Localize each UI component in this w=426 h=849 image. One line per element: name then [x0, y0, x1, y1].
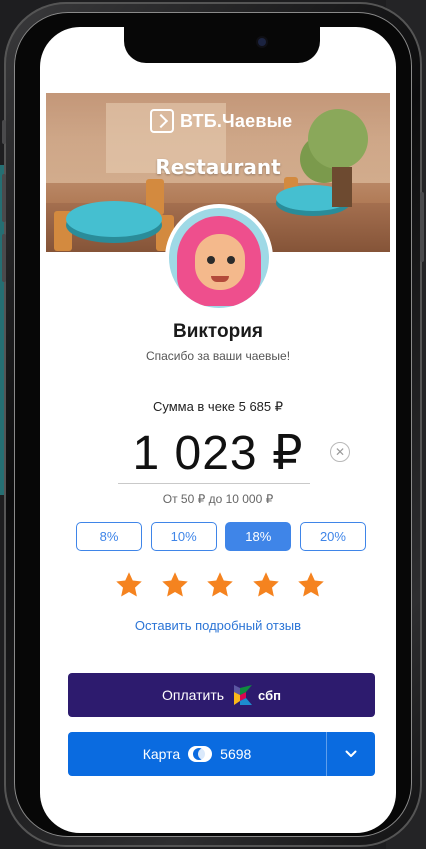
banner-table: [66, 201, 162, 237]
sbp-logo: сбп: [232, 683, 281, 707]
check-sum-text: Сумма в чеке 5 685 ₽: [152, 399, 284, 414]
amount-underline: [118, 483, 310, 484]
percent-option-10[interactable]: 10%: [150, 522, 217, 551]
percent-option-8[interactable]: 8%: [76, 522, 142, 551]
percent-options: 8% 10% 18% 20%: [76, 522, 366, 551]
star-icon[interactable]: [160, 570, 190, 600]
card-label: Карта: [142, 746, 181, 762]
card-brand-icon: [188, 746, 213, 762]
tip-amount[interactable]: 1 023 ₽: [133, 425, 304, 481]
tip-amount-field[interactable]: 1 023 ₽: [128, 424, 308, 482]
star-icon[interactable]: [296, 570, 326, 600]
card-last-digits: 5698: [220, 746, 252, 762]
avatar: [165, 204, 273, 312]
sbp-text: сбп: [258, 687, 281, 703]
rating-stars: [114, 570, 326, 600]
brand-name: ВТБ.Чаевые: [180, 110, 293, 131]
phone-frame: ВТБ.Чаевые Restaurant Виктория Спасибо з…: [2, 2, 424, 847]
volume-down-button: [2, 234, 6, 282]
avatar-eye: [207, 256, 215, 264]
star-icon[interactable]: [205, 570, 235, 600]
thanks-text: Спасибо за ваши чаевые!: [145, 349, 291, 363]
brand-logo-icon: [150, 109, 174, 133]
star-icon[interactable]: [251, 570, 281, 600]
percent-option-20[interactable]: 20%: [299, 522, 366, 551]
chevron-down-icon: [345, 750, 357, 757]
card-select-dropdown[interactable]: [327, 732, 375, 776]
mute-switch: [2, 120, 6, 144]
volume-up-button: [2, 174, 6, 222]
brand-header: ВТБ.Чаевые: [150, 109, 292, 133]
avatar-eye: [227, 256, 235, 264]
notch: [124, 27, 320, 63]
star-icon[interactable]: [114, 570, 144, 600]
pay-label: Оплатить: [161, 687, 225, 703]
employee-name: Виктория: [173, 321, 263, 342]
pay-sbp-button[interactable]: Оплатить сбп: [68, 673, 375, 717]
pay-with-card[interactable]: Карта 5698: [68, 732, 326, 776]
phone-screen: ВТБ.Чаевые Restaurant Виктория Спасибо з…: [40, 27, 396, 833]
sbp-icon: [234, 685, 253, 705]
front-camera: [258, 38, 266, 46]
detailed-feedback-link[interactable]: Оставить подробный отзыв: [40, 618, 396, 633]
card-payment-button[interactable]: Карта 5698: [68, 732, 375, 776]
clear-amount-button[interactable]: ✕: [330, 442, 350, 462]
percent-option-18[interactable]: 18%: [225, 522, 292, 551]
power-button: [420, 192, 424, 262]
venue-name: Restaurant: [155, 155, 281, 179]
tip-range-hint: От 50 ₽ до 10 000 ₽: [162, 492, 274, 506]
close-icon: ✕: [334, 445, 346, 459]
